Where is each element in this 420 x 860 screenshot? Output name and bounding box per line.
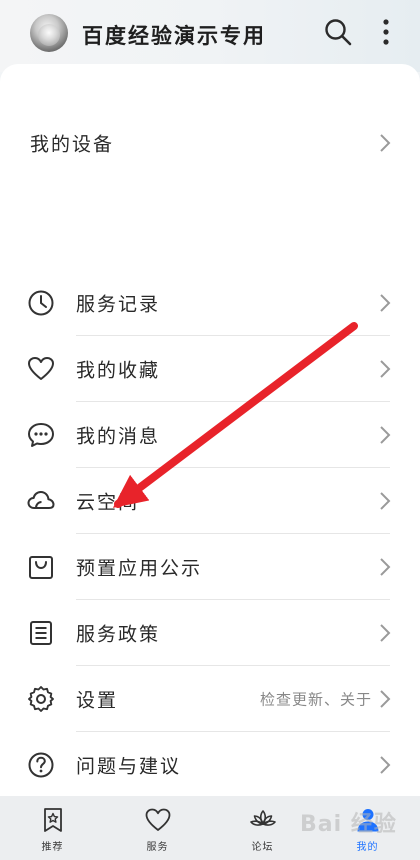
menu-item-label: 问题与建议	[76, 755, 182, 778]
menu-item-service-policy[interactable]: 服务政策	[0, 600, 420, 666]
menu-item-preinstalled-apps[interactable]: 预置应用公示	[0, 534, 420, 600]
chevron-right-icon	[380, 690, 391, 708]
bottom-tab-bar: 推荐 服务 论坛 我的	[0, 796, 420, 860]
tab-mine[interactable]: 我的	[315, 796, 420, 860]
menu-item-settings[interactable]: 设置 检查更新、关于	[0, 666, 420, 732]
menu-item-feedback[interactable]: 问题与建议	[0, 732, 420, 798]
document-list-icon	[30, 621, 52, 645]
menu-item-favorites[interactable]: 我的收藏	[0, 336, 420, 402]
menu-item-cloud-space[interactable]: 云空间	[0, 468, 420, 534]
username[interactable]: 百度经验演示专用	[82, 20, 266, 50]
heart-icon	[28, 357, 54, 380]
tab-label: 我的	[356, 842, 379, 853]
chevron-right-icon	[380, 492, 391, 510]
search-button[interactable]	[322, 16, 354, 48]
bookmark-star-icon	[43, 808, 62, 832]
chevron-right-icon	[380, 624, 391, 642]
menu-item-label: 云空间	[76, 491, 140, 514]
cloud-icon	[27, 491, 55, 509]
menu-item-label: 我的收藏	[76, 359, 161, 382]
chevron-right-icon	[380, 756, 391, 774]
menu-item-label: 我的消息	[76, 425, 161, 448]
gear-icon	[28, 686, 54, 712]
menu-item-label: 服务记录	[76, 293, 161, 316]
tab-forum[interactable]: 论坛	[210, 796, 315, 860]
header: 百度经验演示专用	[0, 0, 420, 72]
my-devices-row[interactable]: 我的设备	[0, 110, 420, 176]
chevron-right-icon	[380, 134, 391, 152]
more-button[interactable]	[370, 16, 402, 48]
message-icon	[28, 423, 54, 447]
shopping-bag-icon	[29, 556, 53, 579]
chevron-right-icon	[380, 294, 391, 312]
avatar[interactable]	[30, 14, 68, 52]
heart-icon	[145, 808, 170, 831]
tab-label: 论坛	[251, 842, 274, 853]
menu-item-label: 服务政策	[76, 623, 161, 646]
question-icon	[28, 752, 54, 778]
tab-recommend[interactable]: 推荐	[0, 796, 105, 860]
tab-label: 服务	[146, 842, 169, 853]
clock-icon	[28, 290, 54, 316]
tab-label: 推荐	[41, 842, 64, 853]
search-icon	[325, 19, 352, 46]
chevron-right-icon	[380, 558, 391, 576]
tab-services[interactable]: 服务	[105, 796, 210, 860]
menu-item-service-records[interactable]: 服务记录	[0, 270, 420, 336]
person-icon	[357, 809, 378, 832]
settings-hint: 检查更新、关于	[259, 690, 372, 709]
menu-item-messages[interactable]: 我的消息	[0, 402, 420, 468]
menu-item-label: 预置应用公示	[76, 557, 203, 580]
my-devices-label: 我的设备	[30, 133, 115, 156]
chevron-right-icon	[380, 426, 391, 444]
chevron-right-icon	[380, 360, 391, 378]
more-vertical-icon	[383, 19, 389, 45]
lotus-icon	[249, 810, 276, 826]
menu-item-label: 设置	[76, 689, 119, 712]
content-card: 我的设备 服务记录 我的收藏 我的消息 云空间 预置应用公示 服务政策 设置 检…	[0, 64, 420, 796]
